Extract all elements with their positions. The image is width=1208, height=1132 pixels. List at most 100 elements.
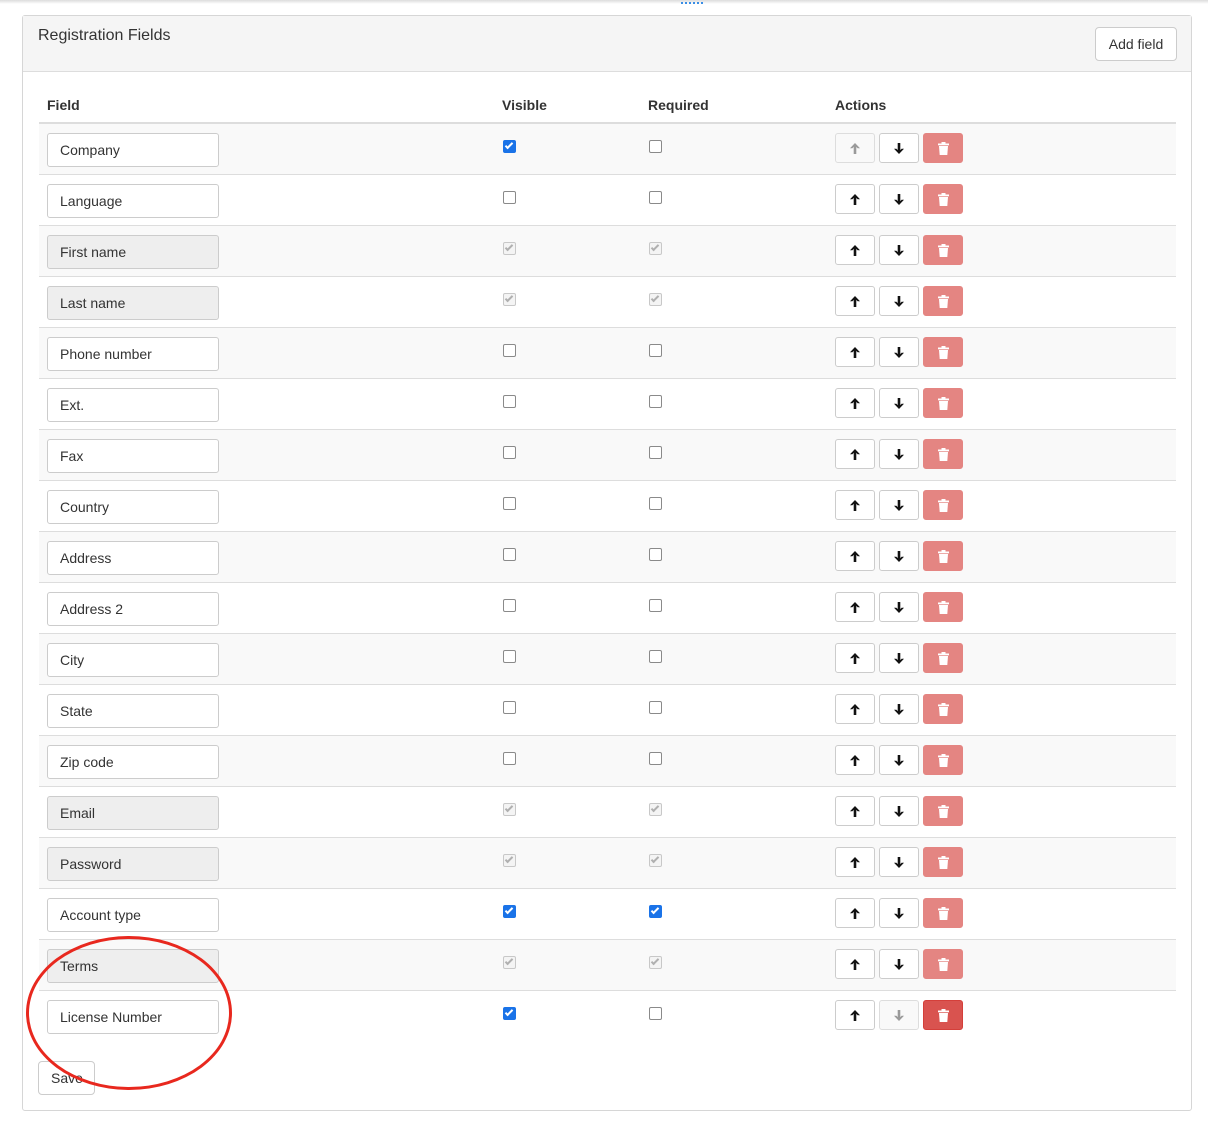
registration-fields-panel: Registration Fields Add field Field Visi… xyxy=(22,15,1192,1111)
field-name-input[interactable]: Company xyxy=(47,133,219,167)
required-checkbox[interactable] xyxy=(649,752,662,765)
move-up-button[interactable] xyxy=(835,235,875,265)
move-down-button[interactable] xyxy=(879,439,919,469)
required-checkbox[interactable] xyxy=(649,191,662,204)
field-name-input[interactable]: City xyxy=(47,643,219,677)
field-name-input: Last name xyxy=(47,286,219,320)
field-name-input[interactable]: Address xyxy=(47,541,219,575)
trash-icon xyxy=(937,243,949,257)
delete-field-button[interactable] xyxy=(923,388,963,418)
move-up-button[interactable] xyxy=(835,439,875,469)
move-down-button[interactable] xyxy=(879,133,919,163)
field-name-input[interactable]: Account type xyxy=(47,898,219,932)
move-down-button[interactable] xyxy=(879,337,919,367)
visible-checkbox[interactable] xyxy=(503,497,516,510)
move-up-button xyxy=(835,133,875,163)
add-field-button[interactable]: Add field xyxy=(1095,27,1177,61)
delete-field-button[interactable] xyxy=(923,133,963,163)
move-up-button[interactable] xyxy=(835,694,875,724)
delete-field-button[interactable] xyxy=(923,235,963,265)
field-name-input[interactable]: Phone number xyxy=(47,337,219,371)
move-down-button[interactable] xyxy=(879,694,919,724)
move-up-button[interactable] xyxy=(835,388,875,418)
visible-checkbox[interactable] xyxy=(503,905,516,918)
required-checkbox[interactable] xyxy=(649,905,662,918)
move-up-button[interactable] xyxy=(835,898,875,928)
move-up-button[interactable] xyxy=(835,541,875,571)
field-name-input[interactable]: Country xyxy=(47,490,219,524)
move-up-button[interactable] xyxy=(835,643,875,673)
field-name-input[interactable]: Fax xyxy=(47,439,219,473)
visible-checkbox[interactable] xyxy=(503,548,516,561)
field-name-input[interactable]: Address 2 xyxy=(47,592,219,626)
delete-field-button[interactable] xyxy=(923,796,963,826)
trash-icon xyxy=(937,855,949,869)
required-checkbox[interactable] xyxy=(649,344,662,357)
delete-field-button[interactable] xyxy=(923,490,963,520)
delete-field-button[interactable] xyxy=(923,184,963,214)
move-up-button[interactable] xyxy=(835,592,875,622)
move-down-button[interactable] xyxy=(879,388,919,418)
visible-checkbox[interactable] xyxy=(503,599,516,612)
move-down-button[interactable] xyxy=(879,745,919,775)
visible-checkbox[interactable] xyxy=(503,446,516,459)
delete-field-button[interactable] xyxy=(923,337,963,367)
move-down-button[interactable] xyxy=(879,949,919,979)
move-down-button[interactable] xyxy=(879,184,919,214)
required-checkbox[interactable] xyxy=(649,446,662,459)
move-down-button[interactable] xyxy=(879,286,919,316)
save-button[interactable]: Save xyxy=(38,1061,95,1095)
required-checkbox[interactable] xyxy=(649,497,662,510)
field-name-input[interactable]: Language xyxy=(47,184,219,218)
move-up-button[interactable] xyxy=(835,286,875,316)
visible-checkbox[interactable] xyxy=(503,650,516,663)
required-checkbox[interactable] xyxy=(649,650,662,663)
delete-field-button[interactable] xyxy=(923,1000,963,1030)
field-name-input[interactable]: Ext. xyxy=(47,388,219,422)
move-down-button[interactable] xyxy=(879,898,919,928)
visible-checkbox[interactable] xyxy=(503,752,516,765)
move-down-button[interactable] xyxy=(879,541,919,571)
required-checkbox[interactable] xyxy=(649,599,662,612)
visible-checkbox[interactable] xyxy=(503,1007,516,1020)
arrow-up-icon xyxy=(850,295,860,307)
delete-field-button[interactable] xyxy=(923,439,963,469)
move-down-button[interactable] xyxy=(879,592,919,622)
move-down-button[interactable] xyxy=(879,235,919,265)
move-up-button[interactable] xyxy=(835,1000,875,1030)
move-up-button[interactable] xyxy=(835,184,875,214)
field-name-input[interactable]: State xyxy=(47,694,219,728)
visible-checkbox[interactable] xyxy=(503,191,516,204)
required-checkbox[interactable] xyxy=(649,701,662,714)
delete-field-button[interactable] xyxy=(923,643,963,673)
move-down-button[interactable] xyxy=(879,847,919,877)
move-up-button[interactable] xyxy=(835,745,875,775)
move-up-button[interactable] xyxy=(835,949,875,979)
delete-field-button[interactable] xyxy=(923,541,963,571)
delete-field-button[interactable] xyxy=(923,898,963,928)
required-checkbox[interactable] xyxy=(649,140,662,153)
delete-field-button[interactable] xyxy=(923,949,963,979)
visible-checkbox[interactable] xyxy=(503,701,516,714)
move-down-button[interactable] xyxy=(879,643,919,673)
visible-checkbox[interactable] xyxy=(503,395,516,408)
field-name-input[interactable]: Zip code xyxy=(47,745,219,779)
visible-checkbox[interactable] xyxy=(503,140,516,153)
move-down-button[interactable] xyxy=(879,796,919,826)
move-up-button[interactable] xyxy=(835,337,875,367)
move-up-button[interactable] xyxy=(835,490,875,520)
delete-field-button[interactable] xyxy=(923,745,963,775)
move-up-button[interactable] xyxy=(835,847,875,877)
required-checkbox[interactable] xyxy=(649,395,662,408)
required-checkbox[interactable] xyxy=(649,548,662,561)
required-checkbox[interactable] xyxy=(649,1007,662,1020)
visible-checkbox[interactable] xyxy=(503,344,516,357)
field-name-input[interactable]: License Number xyxy=(47,1000,219,1034)
delete-field-button[interactable] xyxy=(923,592,963,622)
delete-field-button[interactable] xyxy=(923,286,963,316)
required-checkbox xyxy=(649,242,662,255)
move-down-button[interactable] xyxy=(879,490,919,520)
delete-field-button[interactable] xyxy=(923,694,963,724)
move-up-button[interactable] xyxy=(835,796,875,826)
delete-field-button[interactable] xyxy=(923,847,963,877)
